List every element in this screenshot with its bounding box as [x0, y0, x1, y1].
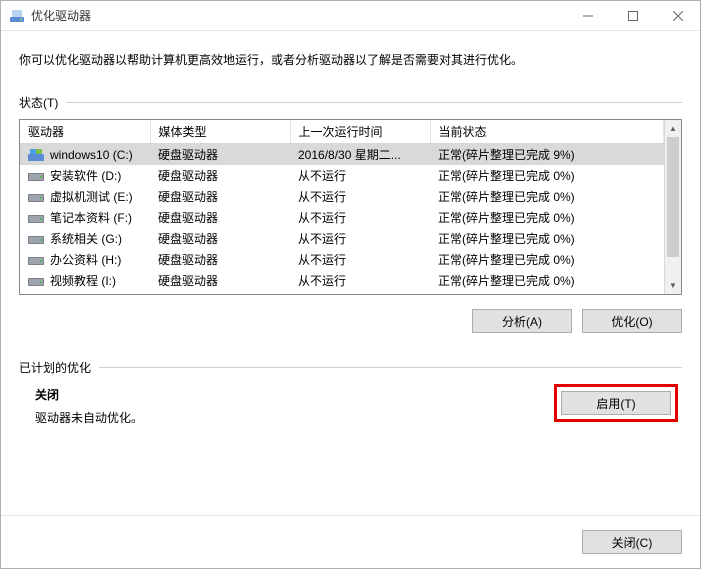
- drive-icon: [28, 254, 44, 266]
- title-bar: 优化驱动器: [1, 1, 700, 31]
- drive-name: 办公资料 (H:): [50, 251, 121, 268]
- drive-table: 驱动器 媒体类型 上一次运行时间 当前状态 windows10 (C:) 硬盘驱动…: [20, 120, 664, 291]
- drive-name: 视频教程 (I:): [50, 272, 116, 289]
- scrollbar-thumb[interactable]: [667, 137, 679, 257]
- col-lastrun[interactable]: 上一次运行时间: [290, 120, 430, 144]
- drive-name: 虚拟机测试 (E:): [50, 188, 133, 205]
- close-window-button[interactable]: 关闭(C): [582, 530, 682, 554]
- scheduled-desc: 驱动器未自动优化。: [35, 409, 554, 426]
- drive-state: 正常(碎片整理已完成 9%): [430, 144, 664, 166]
- drive-media: 硬盘驱动器: [150, 207, 290, 228]
- table-row[interactable]: 办公资料 (H:) 硬盘驱动器从不运行正常(碎片整理已完成 0%): [20, 249, 664, 270]
- scroll-down-icon[interactable]: ▼: [665, 277, 681, 294]
- status-section-header: 状态(T): [19, 94, 682, 111]
- drive-state: 正常(碎片整理已完成 0%): [430, 165, 664, 186]
- drive-icon: [28, 191, 44, 203]
- drive-icon: [28, 212, 44, 224]
- drive-lastrun: 从不运行: [290, 207, 430, 228]
- col-state[interactable]: 当前状态: [430, 120, 664, 144]
- drive-media: 硬盘驱动器: [150, 186, 290, 207]
- drive-lastrun: 从不运行: [290, 165, 430, 186]
- maximize-button[interactable]: [610, 1, 655, 30]
- divider: [66, 102, 682, 103]
- table-row[interactable]: windows10 (C:) 硬盘驱动器2016/8/30 星期二...正常(碎片…: [20, 144, 664, 166]
- drive-media: 硬盘驱动器: [150, 270, 290, 291]
- drive-state: 正常(碎片整理已完成 0%): [430, 207, 664, 228]
- col-drive[interactable]: 驱动器: [20, 120, 150, 144]
- intro-text: 你可以优化驱动器以帮助计算机更高效地运行，或者分析驱动器以了解是否需要对其进行优…: [19, 51, 682, 68]
- close-button[interactable]: [655, 1, 700, 30]
- drive-lastrun: 从不运行: [290, 249, 430, 270]
- enable-button[interactable]: 启用(T): [561, 391, 671, 415]
- drive-table-container: 驱动器 媒体类型 上一次运行时间 当前状态 windows10 (C:) 硬盘驱动…: [19, 119, 682, 295]
- drive-media: 硬盘驱动器: [150, 165, 290, 186]
- scheduled-label: 已计划的优化: [19, 359, 91, 376]
- drive-icon: [28, 170, 44, 182]
- drive-name: windows10 (C:): [50, 148, 133, 162]
- analyze-button[interactable]: 分析(A): [472, 309, 572, 333]
- drive-media: 硬盘驱动器: [150, 228, 290, 249]
- drive-state: 正常(碎片整理已完成 0%): [430, 270, 664, 291]
- drive-state: 正常(碎片整理已完成 0%): [430, 249, 664, 270]
- drive-name: 安装软件 (D:): [50, 167, 121, 184]
- app-icon: [9, 8, 25, 24]
- table-row[interactable]: 虚拟机测试 (E:) 硬盘驱动器从不运行正常(碎片整理已完成 0%): [20, 186, 664, 207]
- enable-highlight: 启用(T): [554, 384, 678, 422]
- drive-icon: [28, 233, 44, 245]
- drive-name: 系统相关 (G:): [50, 230, 122, 247]
- table-row[interactable]: 笔记本资料 (F:) 硬盘驱动器从不运行正常(碎片整理已完成 0%): [20, 207, 664, 228]
- drive-media: 硬盘驱动器: [150, 144, 290, 166]
- optimize-button[interactable]: 优化(O): [582, 309, 682, 333]
- drive-name: 笔记本资料 (F:): [50, 209, 132, 226]
- status-label: 状态(T): [19, 94, 58, 111]
- scroll-up-icon[interactable]: ▲: [665, 120, 681, 137]
- drive-icon: [28, 149, 44, 161]
- drive-media: 硬盘驱动器: [150, 249, 290, 270]
- col-media[interactable]: 媒体类型: [150, 120, 290, 144]
- vertical-scrollbar[interactable]: ▲ ▼: [664, 120, 681, 294]
- table-row[interactable]: 安装软件 (D:) 硬盘驱动器从不运行正常(碎片整理已完成 0%): [20, 165, 664, 186]
- table-row[interactable]: 系统相关 (G:) 硬盘驱动器从不运行正常(碎片整理已完成 0%): [20, 228, 664, 249]
- drive-state: 正常(碎片整理已完成 0%): [430, 228, 664, 249]
- drive-lastrun: 从不运行: [290, 228, 430, 249]
- drive-icon: [28, 275, 44, 287]
- scheduled-section-header: 已计划的优化: [19, 359, 682, 376]
- drive-lastrun: 从不运行: [290, 270, 430, 291]
- table-row[interactable]: 视频教程 (I:) 硬盘驱动器从不运行正常(碎片整理已完成 0%): [20, 270, 664, 291]
- minimize-button[interactable]: [565, 1, 610, 30]
- drive-lastrun: 2016/8/30 星期二...: [290, 144, 430, 166]
- drive-lastrun: 从不运行: [290, 186, 430, 207]
- drive-state: 正常(碎片整理已完成 0%): [430, 186, 664, 207]
- divider: [99, 367, 682, 368]
- window-title: 优化驱动器: [31, 7, 565, 24]
- scheduled-status: 关闭: [35, 386, 554, 403]
